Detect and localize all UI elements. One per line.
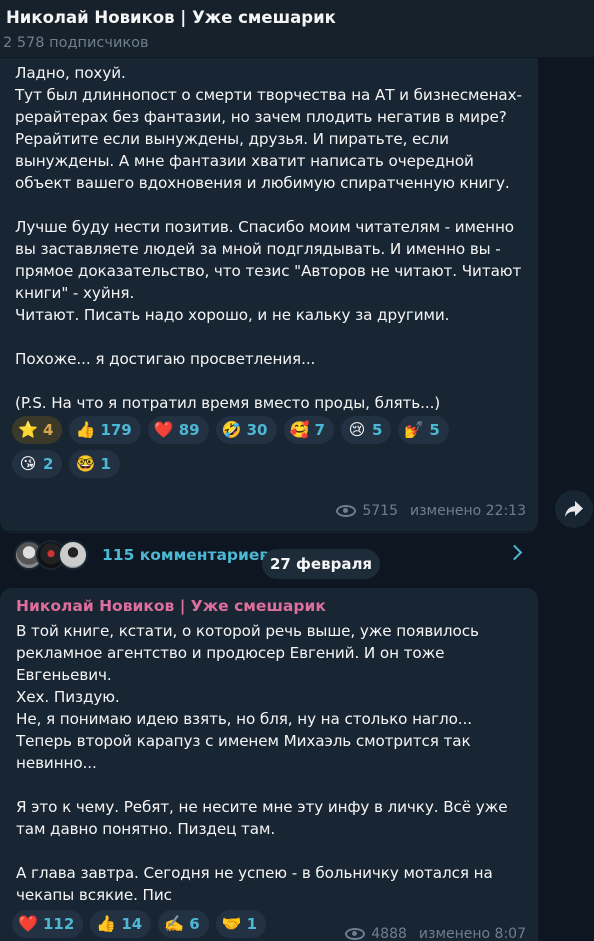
reaction-count: 2 (43, 455, 54, 473)
reaction-count: 6 (189, 915, 200, 933)
reaction-count: 4 (43, 421, 54, 439)
edited-time: изменено 8:07 (418, 926, 526, 941)
reaction-emoji-icon: 😘 (19, 454, 37, 473)
reaction-chip[interactable]: 🥰 7 (283, 416, 334, 444)
reaction-chip[interactable]: 🤣 30 (215, 416, 277, 444)
channel-title: Николай Новиков | Уже смешарик (6, 8, 336, 27)
post-author[interactable]: Николай Новиков | Уже смешарик (16, 597, 326, 615)
reaction-chip[interactable]: 🤓 1 (69, 450, 120, 478)
view-count: 5715 (362, 503, 398, 519)
post-meta: 5715 изменено 22:13 (336, 503, 526, 519)
reaction-emoji-icon: ❤️ (153, 420, 174, 439)
share-button[interactable] (555, 490, 593, 528)
reaction-count: 30 (246, 421, 268, 439)
reaction-chip[interactable]: 👍 14 (90, 910, 152, 938)
reaction-chip[interactable]: ❤️ 112 (12, 910, 84, 938)
reaction-chip[interactable]: 😢 5 (340, 416, 392, 444)
view-count: 4888 (371, 926, 407, 941)
reaction-chip[interactable]: ✍️ 6 (158, 910, 209, 938)
reaction-emoji-icon: 🤝 (221, 914, 242, 933)
reaction-emoji-icon: 👍 (96, 914, 117, 933)
channel-header[interactable]: Николай Новиков | Уже смешарик 2 578 под… (0, 0, 594, 58)
eye-icon (336, 505, 357, 517)
reaction-chip[interactable]: 💅 5 (398, 416, 449, 444)
reactions-bar: ⭐ 4 👍 179 ❤️ 89 🤣 30 🥰 7 😢 5 💅 5 😘 2 🤓 1 (12, 416, 492, 478)
channel-post[interactable]: Николай Новиков | Уже смешарик В той кни… (0, 588, 538, 941)
reaction-emoji-icon: 😢 (348, 420, 366, 439)
post-text: Ладно, похуй. Тут был длиннопост о смерт… (15, 64, 522, 412)
reaction-chip[interactable]: ❤️ 89 (147, 416, 209, 444)
comments-label: 115 комментариев (102, 545, 270, 564)
reaction-emoji-icon: 🥰 (289, 420, 310, 439)
avatar (58, 539, 88, 570)
reaction-count: 112 (43, 915, 75, 933)
reaction-count: 5 (371, 421, 383, 439)
reaction-emoji-icon: ✍️ (164, 914, 185, 933)
edited-time: изменено 22:13 (410, 503, 526, 519)
reaction-emoji-icon: ❤️ (18, 914, 38, 933)
subscriber-count: 2 578 подписчиков (3, 35, 149, 51)
reaction-emoji-icon: 🤓 (75, 454, 96, 473)
reaction-count: 1 (246, 915, 258, 933)
reaction-chip[interactable]: 😘 2 (12, 450, 63, 478)
reaction-count: 179 (100, 421, 132, 439)
chevron-right-icon (506, 544, 523, 561)
reaction-count: 7 (314, 421, 325, 439)
reaction-emoji-icon: 🤣 (221, 420, 242, 439)
reaction-emoji-icon: ⭐ (18, 420, 38, 439)
date-separator: 27 февраля (262, 549, 380, 579)
commenter-avatars (14, 539, 88, 570)
reaction-chip[interactable]: ⭐ 4 (12, 416, 63, 444)
channel-post[interactable]: Ладно, похуй. Тут был длиннопост о смерт… (0, 44, 538, 570)
eye-icon (345, 928, 366, 940)
reaction-chip[interactable]: 👍 179 (69, 416, 141, 444)
reaction-emoji-icon: 💅 (404, 420, 425, 439)
reaction-chip[interactable]: 🤝 1 (215, 910, 267, 938)
reaction-emoji-icon: 👍 (75, 420, 96, 439)
reaction-count: 14 (121, 915, 143, 933)
post-text: В той книге, кстати, о которой речь выше… (16, 622, 508, 904)
post-meta: 4888 изменено 8:07 (345, 926, 526, 941)
reaction-count: 5 (429, 421, 440, 439)
share-arrow-icon (565, 501, 583, 517)
reaction-count: 89 (178, 421, 200, 439)
reaction-count: 1 (100, 455, 111, 473)
